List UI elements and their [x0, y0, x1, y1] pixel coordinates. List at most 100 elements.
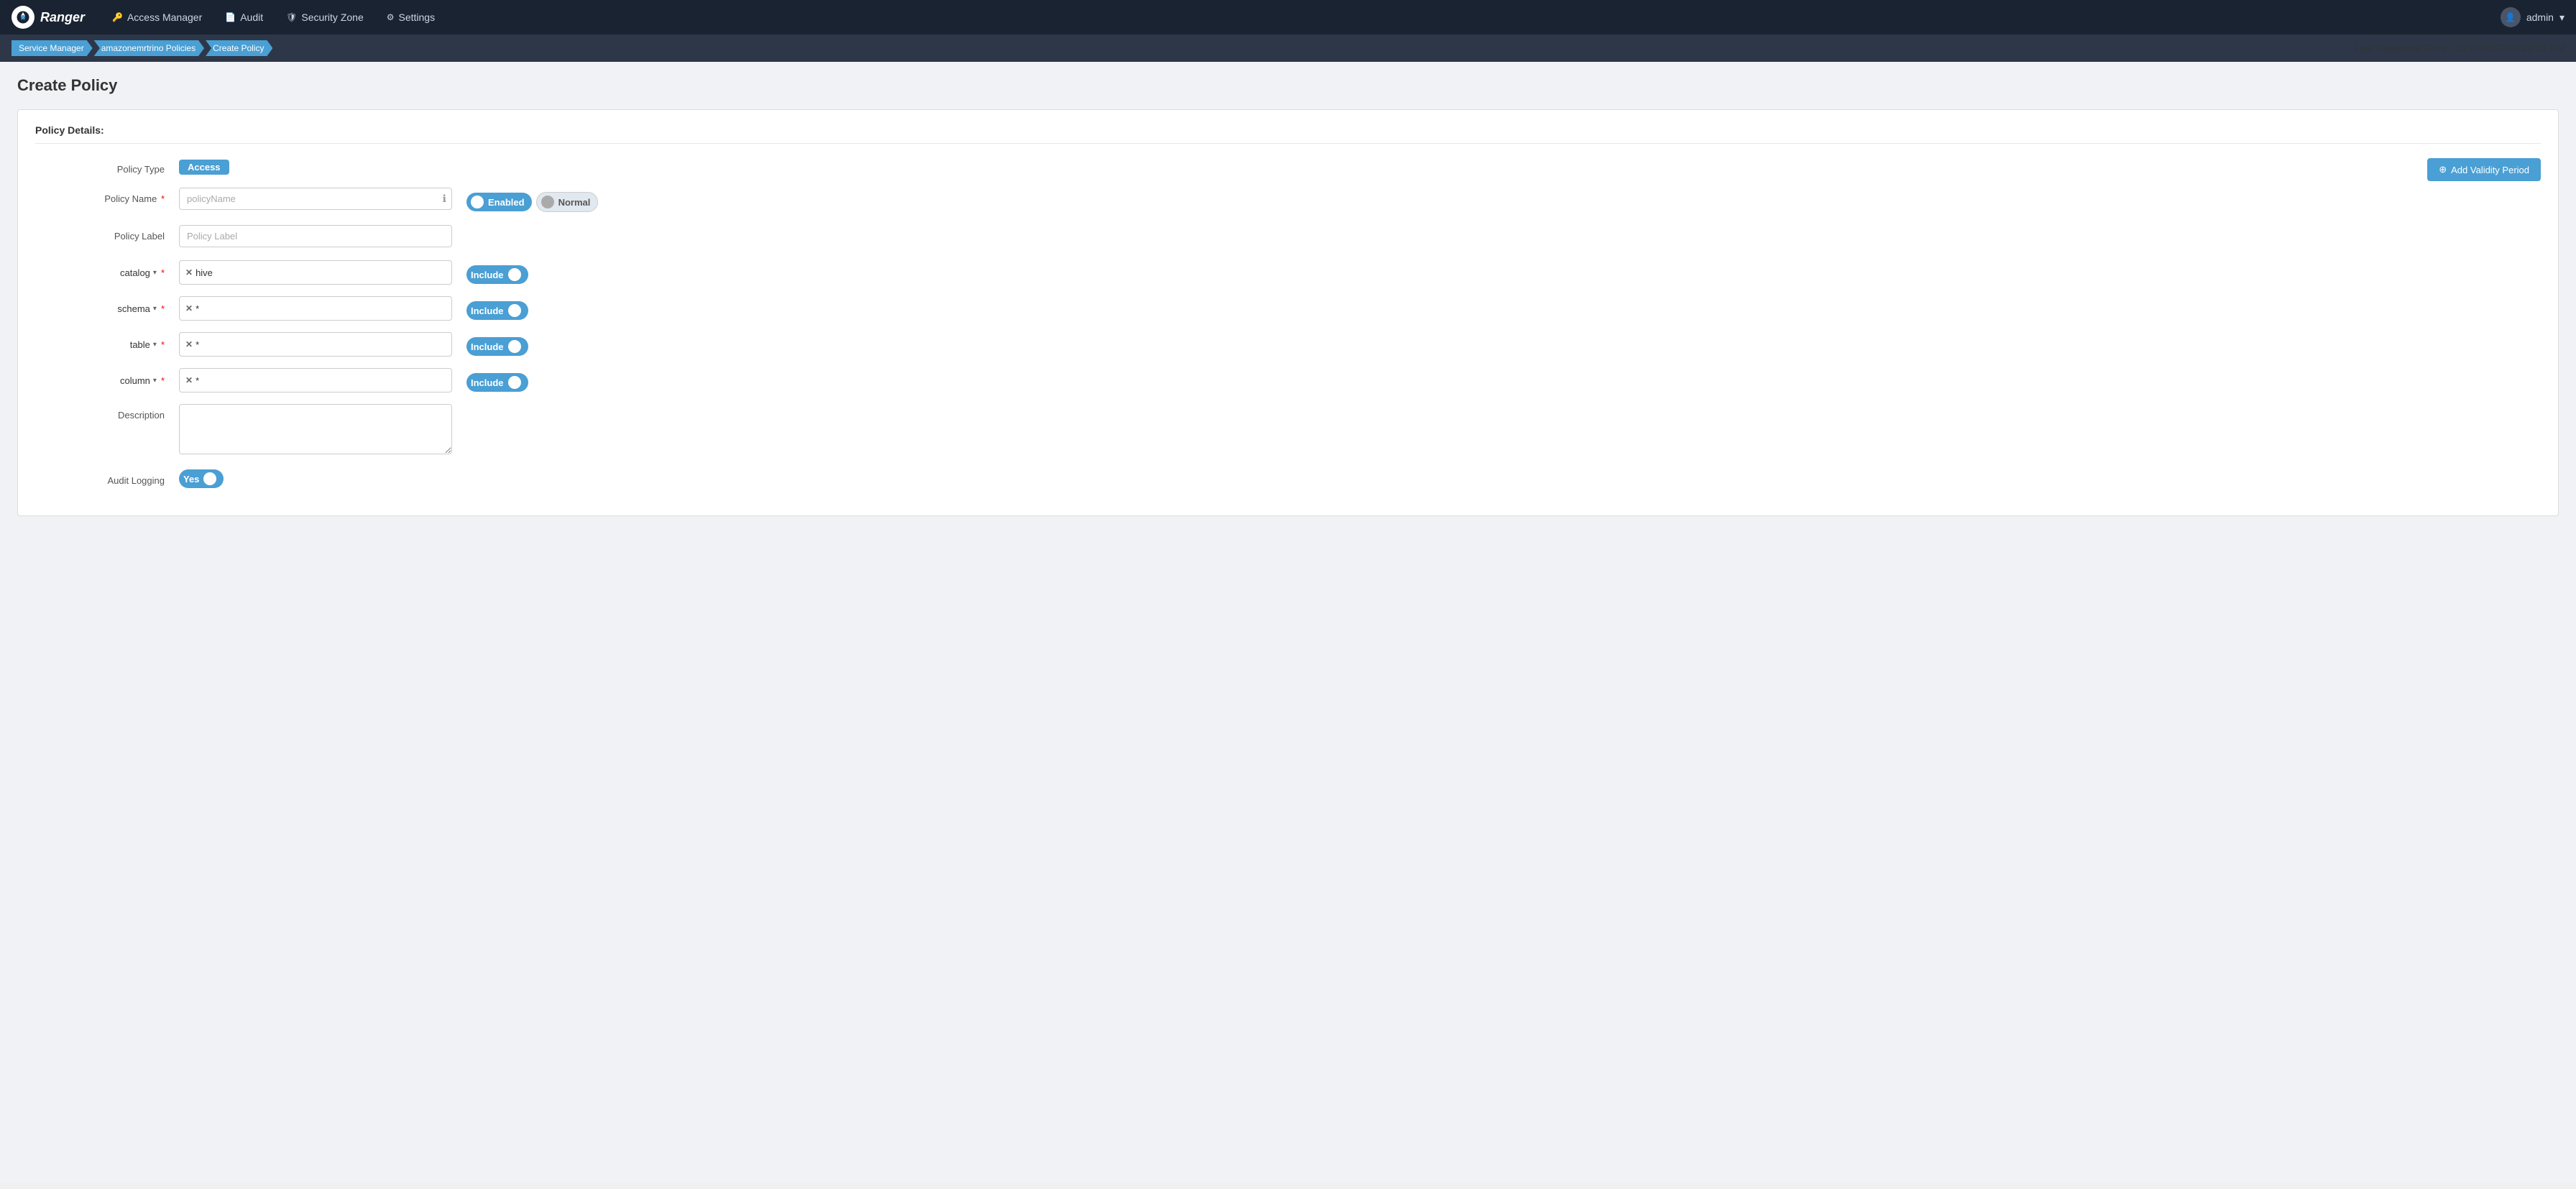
audit-logging-label: Audit Logging	[35, 469, 179, 486]
user-name: admin	[2526, 12, 2554, 23]
resource-include-toggle-group-catalog: Include	[466, 261, 528, 284]
resource-type-dropdown-column[interactable]: column ▾	[120, 375, 157, 386]
normal-toggle[interactable]: Normal	[536, 192, 599, 212]
include-toggle-circle	[508, 268, 521, 281]
enabled-toggle-circle	[471, 196, 484, 208]
resource-label-area-schema: schema ▾ *	[35, 303, 179, 314]
include-label: Include	[471, 377, 504, 388]
resource-include-toggle-column[interactable]: Include	[466, 373, 528, 392]
tag-text: hive	[196, 267, 213, 278]
add-validity-period-button[interactable]: ⊕ Add Validity Period	[2427, 158, 2541, 181]
nav-label-settings: Settings	[399, 12, 436, 23]
tag-remove-icon[interactable]: ✕	[185, 303, 193, 313]
chevron-down-icon: ▾	[153, 269, 157, 277]
description-field	[179, 404, 452, 456]
audit-logging-yes-toggle[interactable]: Yes	[179, 469, 224, 488]
tag-text: *	[196, 375, 199, 386]
tag-remove-icon[interactable]: ✕	[185, 267, 193, 277]
navbar: Ranger 🔑 Access Manager 📄 Audit 🛡 Securi…	[0, 0, 2576, 35]
policy-name-input-wrapper: ℹ	[179, 188, 452, 210]
security-zone-icon: 🛡	[286, 12, 297, 22]
nav-label-access-manager: Access Manager	[127, 12, 202, 23]
breadcrumb-bar: Service Manager amazonemrtrino Policies …	[0, 35, 2576, 62]
clock-icon: ⊕	[2439, 164, 2447, 175]
nav-item-security-zone[interactable]: 🛡 Security Zone	[276, 6, 374, 29]
chevron-down-icon: ▾	[153, 305, 157, 313]
breadcrumb-item-create-policy[interactable]: Create Policy	[206, 40, 272, 56]
breadcrumb-item-service-manager[interactable]: Service Manager	[12, 40, 93, 56]
nav-item-settings[interactable]: ⚙ Settings	[377, 6, 445, 29]
resource-tag-input-schema[interactable]: ✕*	[179, 296, 452, 321]
resource-type-dropdown-schema[interactable]: schema ▾	[117, 303, 157, 314]
policy-name-input[interactable]	[179, 188, 452, 210]
policy-label-field	[179, 225, 452, 247]
resource-type-label-column: column	[120, 375, 150, 386]
tag-remove-icon[interactable]: ✕	[185, 375, 193, 385]
resource-include-toggle-schema[interactable]: Include	[466, 301, 528, 320]
chevron-down-icon: ▾	[153, 341, 157, 349]
page-content: Create Policy Policy Details: Policy Typ…	[0, 62, 2576, 1182]
policy-label-row: Policy Label	[35, 225, 2541, 247]
policy-name-toggles: Enabled Normal	[466, 188, 598, 212]
info-icon: ℹ	[443, 193, 446, 205]
brand-logo[interactable]: Ranger	[12, 6, 85, 29]
last-response-label: Last Response Time :	[2354, 42, 2451, 54]
tag: ✕*	[185, 375, 199, 386]
form-card: Policy Details: Policy Type Access ⊕ Add…	[17, 109, 2559, 516]
last-response-time: Last Response Time : 06/17/2022 05:22:12…	[2354, 42, 2564, 54]
resource-include-toggle-table[interactable]: Include	[466, 337, 528, 356]
policy-name-required: *	[161, 193, 165, 204]
tag-remove-icon[interactable]: ✕	[185, 339, 193, 349]
resource-type-dropdown-table[interactable]: table ▾	[130, 339, 157, 350]
enabled-toggle[interactable]: Enabled	[466, 193, 532, 211]
resource-required-star-table: *	[161, 339, 165, 350]
policy-label-input[interactable]	[179, 225, 452, 247]
tag: ✕*	[185, 339, 199, 350]
description-textarea[interactable]	[179, 404, 452, 454]
resource-label-area-table: table ▾ *	[35, 339, 179, 350]
user-menu[interactable]: 👤 admin ▾	[2501, 7, 2564, 27]
resource-label-area-catalog: catalog ▾*	[35, 267, 179, 278]
audit-logging-field: Yes	[179, 469, 452, 488]
include-toggle-circle	[508, 376, 521, 389]
resource-row-column: column ▾ *✕* Include	[35, 368, 2541, 392]
breadcrumb-item-policies[interactable]: amazonemrtrino Policies	[94, 40, 204, 56]
include-toggle-circle	[508, 340, 521, 353]
last-response-value: 06/17/2022 05:22:12 PM	[2455, 42, 2564, 54]
breadcrumb: Service Manager amazonemrtrino Policies …	[12, 40, 274, 56]
resource-include-toggle-group-table: Include	[466, 333, 528, 356]
brand-name: Ranger	[40, 10, 85, 25]
description-row: Description	[35, 404, 2541, 456]
tag-text: *	[196, 339, 199, 350]
policy-type-row: Policy Type Access ⊕ Add Validity Period	[35, 158, 2541, 175]
resource-tag-input-table[interactable]: ✕*	[179, 332, 452, 357]
user-avatar-icon: 👤	[2501, 7, 2521, 27]
include-toggle-circle	[508, 304, 521, 317]
section-title: Policy Details:	[35, 124, 2541, 144]
chevron-down-icon: ▾	[153, 377, 157, 385]
resource-tag-input-catalog[interactable]: ✕hive	[179, 260, 452, 285]
resource-row-schema: schema ▾ * ✕* Include	[35, 296, 2541, 321]
tag: ✕hive	[185, 267, 213, 278]
resource-include-toggle-catalog[interactable]: Include	[466, 265, 528, 284]
nav-items: 🔑 Access Manager 📄 Audit 🛡 Security Zone…	[102, 6, 2501, 29]
nav-item-audit[interactable]: 📄 Audit	[215, 6, 273, 29]
include-label: Include	[471, 306, 504, 316]
resource-type-dropdown-catalog[interactable]: catalog ▾	[120, 267, 157, 278]
resource-type-label-schema: schema	[117, 303, 150, 314]
audit-icon: 📄	[225, 12, 236, 22]
nav-item-access-manager[interactable]: 🔑 Access Manager	[102, 6, 212, 29]
policy-label-label: Policy Label	[35, 225, 179, 242]
tag: ✕*	[185, 303, 199, 314]
include-label: Include	[471, 270, 504, 280]
audit-logging-toggle-circle	[203, 472, 216, 485]
policy-name-row: Policy Name * ℹ Enabled Normal	[35, 188, 2541, 212]
resource-required-star-schema: *	[161, 303, 165, 314]
resource-include-toggle-group-column: Include	[466, 369, 528, 392]
nav-label-security-zone: Security Zone	[301, 12, 363, 23]
resource-tag-input-column[interactable]: ✕*	[179, 368, 452, 392]
settings-icon: ⚙	[387, 12, 395, 22]
user-dropdown-arrow: ▾	[2559, 12, 2564, 24]
description-label: Description	[35, 404, 179, 421]
resource-type-label-catalog: catalog	[120, 267, 150, 278]
